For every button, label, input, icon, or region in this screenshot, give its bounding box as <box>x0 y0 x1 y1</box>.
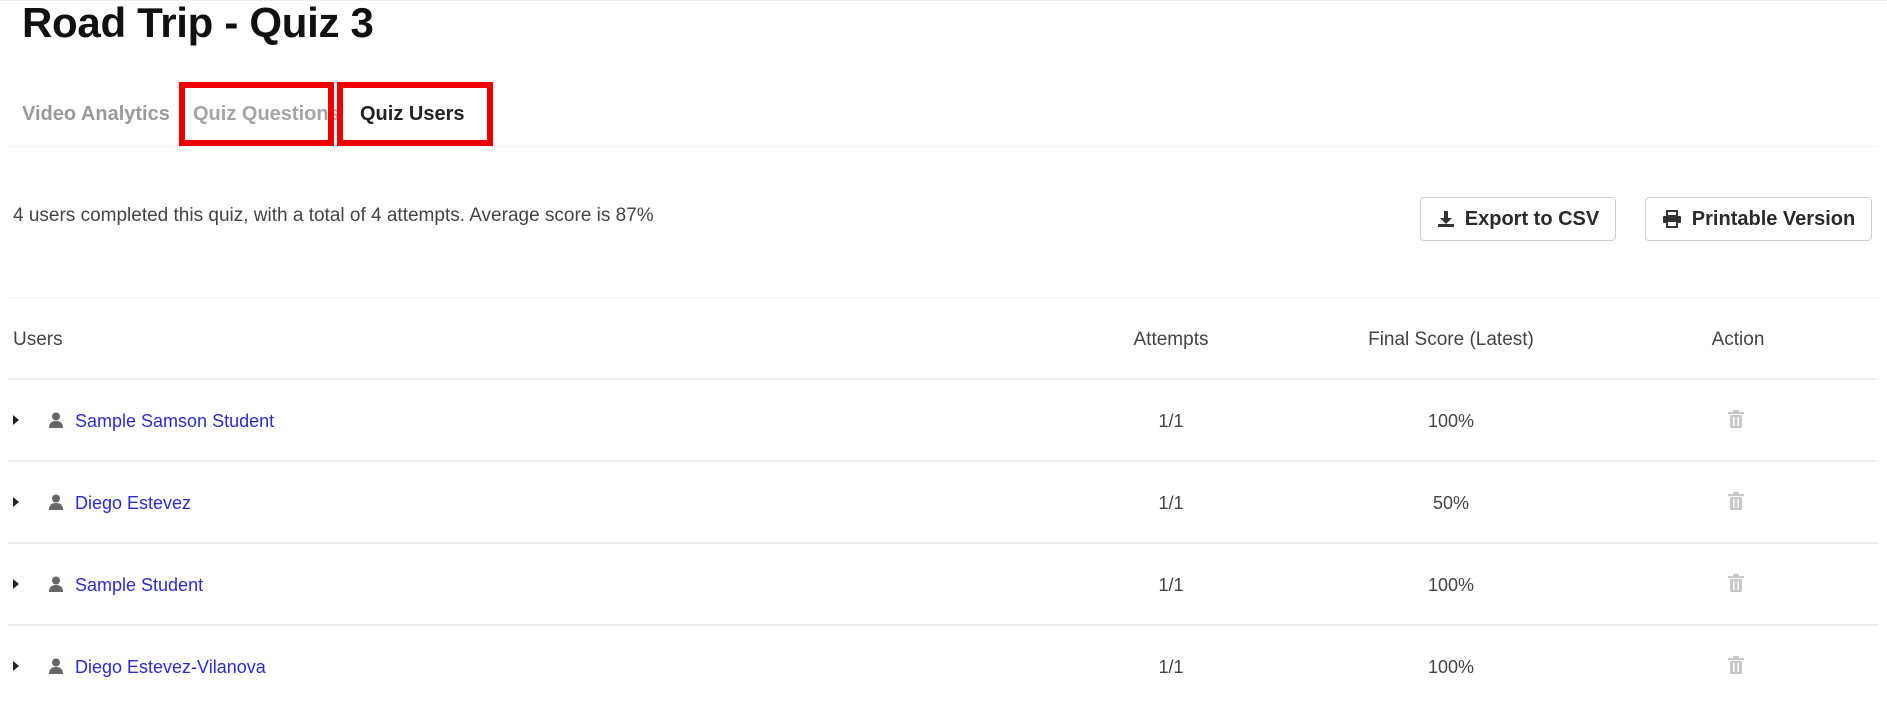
expand-caret-icon[interactable] <box>13 497 19 507</box>
attempts-cell: 1/1 <box>1158 575 1184 595</box>
printable-version-label: Printable Version <box>1691 207 1856 230</box>
user-name-link[interactable]: Diego Estevez-Vilanova <box>75 626 266 708</box>
expand-caret-icon[interactable] <box>13 661 19 671</box>
user-name-link[interactable]: Diego Estevez <box>75 462 191 544</box>
trash-icon[interactable] <box>1728 492 1744 510</box>
page-title: Road Trip - Quiz 3 <box>22 0 374 46</box>
user-icon <box>49 658 63 674</box>
user-name-link[interactable]: Sample Student <box>75 544 203 626</box>
table-row: Sample Student 1/1 100% <box>8 544 1878 626</box>
expand-caret-icon[interactable] <box>13 415 19 425</box>
score-cell: 50% <box>1432 493 1470 513</box>
section-divider <box>8 297 1878 298</box>
highlight-box-quiz-questions <box>179 82 334 146</box>
download-icon <box>1437 210 1455 228</box>
trash-icon[interactable] <box>1728 410 1744 428</box>
tabs-divider <box>8 146 1878 147</box>
column-header-attempts: Attempts <box>1133 329 1209 350</box>
export-csv-button[interactable]: Export to CSV <box>1420 197 1616 241</box>
attempts-cell: 1/1 <box>1158 493 1184 513</box>
table-header: Users Attempts Final Score (Latest) Acti… <box>8 310 1878 380</box>
tab-video-analytics[interactable]: Video Analytics <box>22 82 170 146</box>
user-icon <box>49 412 63 428</box>
printer-icon <box>1662 210 1682 228</box>
quiz-summary: 4 users completed this quiz, with a tota… <box>13 205 654 226</box>
trash-icon[interactable] <box>1728 574 1744 592</box>
column-header-final-score: Final Score (Latest) <box>1368 329 1534 350</box>
column-header-action: Action <box>1711 329 1765 350</box>
highlight-box-quiz-users <box>337 82 493 146</box>
printable-version-button[interactable]: Printable Version <box>1645 197 1872 241</box>
user-icon <box>49 494 63 510</box>
user-icon <box>49 576 63 592</box>
column-header-users: Users <box>13 329 63 350</box>
score-cell: 100% <box>1427 657 1475 677</box>
table-row: Sample Samson Student 1/1 100% <box>8 380 1878 462</box>
trash-icon[interactable] <box>1728 656 1744 674</box>
attempts-cell: 1/1 <box>1158 657 1184 677</box>
user-name-link[interactable]: Sample Samson Student <box>75 380 274 462</box>
export-csv-label: Export to CSV <box>1464 207 1600 230</box>
table-row: Diego Estevez-Vilanova 1/1 100% <box>8 626 1878 708</box>
score-cell: 100% <box>1427 575 1475 595</box>
attempts-cell: 1/1 <box>1158 411 1184 431</box>
users-table-body: Sample Samson Student 1/1 100% Diego Est… <box>8 380 1878 708</box>
table-row: Diego Estevez 1/1 50% <box>8 462 1878 544</box>
score-cell: 100% <box>1427 411 1475 431</box>
expand-caret-icon[interactable] <box>13 579 19 589</box>
